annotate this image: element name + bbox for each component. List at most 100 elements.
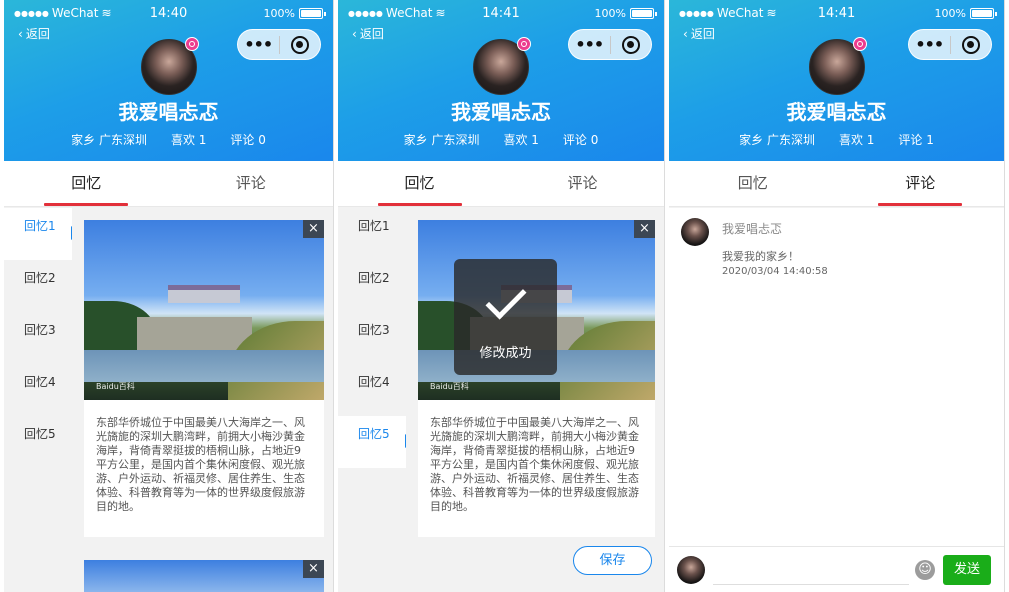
success-toast: 修改成功 xyxy=(454,259,557,375)
close-icon[interactable]: × xyxy=(303,560,324,578)
wifi-icon: ≋ xyxy=(766,6,777,20)
emoji-icon[interactable]: ☺ xyxy=(915,560,935,580)
photo-watermark: Baidu百科 xyxy=(96,382,135,391)
battery-percent: 100% xyxy=(263,6,295,20)
likes-stat[interactable]: 喜欢 1 xyxy=(503,131,538,148)
tab-memories[interactable]: 回忆 xyxy=(338,161,501,206)
sidebar-item-memory2[interactable]: 回忆2 xyxy=(338,260,406,312)
memory-photo[interactable]: Baidu百科 xyxy=(84,220,324,400)
signal-icon: ●●●●● xyxy=(679,8,714,18)
carrier-label: WeChat xyxy=(385,6,433,20)
tab-bar: 回忆 评论 xyxy=(669,161,1004,207)
sidebar-item-memory3[interactable]: 回忆3 xyxy=(4,312,72,364)
status-bar: ●●●●● WeChat ≋ 14:41 100% xyxy=(679,5,997,21)
comments-stat[interactable]: 评论 0 xyxy=(563,131,598,148)
battery-percent: 100% xyxy=(594,6,626,20)
badge-icon xyxy=(852,37,867,51)
mini-program-capsule: ••• xyxy=(568,29,652,60)
screen-memories-saved: ●●●●● WeChat ≋ 14:41 100% ‹ 返回 ••• 我爱唱忐忑 家乡… xyxy=(338,0,665,592)
chevron-left-icon: ‹ xyxy=(352,26,357,41)
mini-program-capsule: ••• xyxy=(908,29,992,60)
memory-card-next: × xyxy=(84,560,324,592)
close-program-icon[interactable] xyxy=(279,35,320,54)
back-label: 返回 xyxy=(359,27,384,41)
photo-watermark: Baidu百科 xyxy=(430,382,469,391)
sidebar-item-memory3[interactable]: 回忆3 xyxy=(338,312,406,364)
save-button[interactable]: 保存 xyxy=(573,546,652,575)
username: 我爱唱忐忑 xyxy=(786,100,887,124)
close-icon[interactable]: × xyxy=(303,220,324,238)
memory-card: Baidu百科 × 东部华侨城位于中国最美八大海岸之一、风光旖旎的深圳大鹏湾畔，… xyxy=(418,220,655,537)
close-program-icon[interactable] xyxy=(950,35,991,54)
battery-icon xyxy=(299,7,326,19)
battery-percent: 100% xyxy=(934,6,966,20)
tab-comments[interactable]: 评论 xyxy=(501,161,664,206)
tab-memories[interactable]: 回忆 xyxy=(4,161,169,206)
tab-comments[interactable]: 评论 xyxy=(837,161,1005,206)
more-icon[interactable]: ••• xyxy=(238,35,279,54)
comment-input[interactable] xyxy=(713,555,909,585)
hometown-stat: 家乡 广东深圳 xyxy=(739,133,815,147)
tab-bar: 回忆 评论 xyxy=(338,161,664,207)
sidebar-item-memory4[interactable]: 回忆4 xyxy=(338,364,406,416)
checkmark-icon xyxy=(484,278,527,320)
comment-avatar[interactable] xyxy=(681,218,709,246)
back-label: 返回 xyxy=(25,27,50,41)
status-bar: ●●●●● WeChat ≋ 14:41 100% xyxy=(348,5,657,21)
hometown-stat: 家乡 广东深圳 xyxy=(71,133,147,147)
likes-stat[interactable]: 喜欢 1 xyxy=(839,131,874,148)
comments-stat[interactable]: 评论 0 xyxy=(230,131,265,148)
tab-memories[interactable]: 回忆 xyxy=(669,161,837,206)
badge-icon xyxy=(184,37,199,51)
user-avatar xyxy=(677,556,705,584)
screen-comments: ●●●●● WeChat ≋ 14:41 100% ‹ 返回 ••• 我爱唱忐忑 家乡… xyxy=(669,0,1005,592)
memory-description: 东部华侨城位于中国最美八大海岸之一、风光旖旎的深圳大鹏湾畔，前拥大小梅沙黄金海岸… xyxy=(96,416,305,513)
profile-header: ●●●●● WeChat ≋ 14:40 100% ‹ 返回 ••• 我爱唱忐忑 家乡… xyxy=(4,0,333,161)
back-button[interactable]: ‹ 返回 xyxy=(18,25,50,42)
sidebar-item-memory5[interactable]: 回忆5 xyxy=(4,416,72,468)
comment-text: 我爱我的家乡！ xyxy=(722,250,799,263)
more-icon[interactable]: ••• xyxy=(569,35,610,54)
memory-description: 东部华侨城位于中国最美八大海岸之一、风光旖旎的深圳大鹏湾畔，前拥大小梅沙黄金海岸… xyxy=(430,416,639,513)
battery-icon xyxy=(970,7,997,19)
likes-stat[interactable]: 喜欢 1 xyxy=(171,131,206,148)
memory-card: Baidu百科 × 东部华侨城位于中国最美八大海岸之一、风光旖旎的深圳大鹏湾畔，… xyxy=(84,220,324,537)
mini-program-capsule: ••• xyxy=(237,29,321,60)
carrier-label: WeChat xyxy=(716,6,764,20)
comment-author: 我爱唱忐忑 xyxy=(722,222,783,236)
signal-icon: ●●●●● xyxy=(348,8,383,18)
badge-icon xyxy=(517,37,531,51)
sidebar-item-memory2[interactable]: 回忆2 xyxy=(4,260,72,312)
toast-message: 修改成功 xyxy=(479,346,532,361)
tab-comments[interactable]: 评论 xyxy=(169,161,334,206)
close-program-icon[interactable] xyxy=(610,35,651,54)
memory-content: Baidu百科 × 东部华侨城位于中国最美八大海岸之一、风光旖旎的深圳大鹏湾畔，… xyxy=(406,208,664,592)
wifi-icon: ≋ xyxy=(101,6,112,20)
send-button[interactable]: 发送 xyxy=(943,555,991,585)
signal-icon: ●●●●● xyxy=(14,8,49,18)
status-bar: ●●●●● WeChat ≋ 14:40 100% xyxy=(14,5,326,21)
chevron-left-icon: ‹ xyxy=(18,26,23,41)
clock: 14:40 xyxy=(149,5,188,21)
sidebar-item-memory4[interactable]: 回忆4 xyxy=(4,364,72,416)
sidebar-item-memory5[interactable]: 回忆5 xyxy=(338,416,408,468)
more-icon[interactable]: ••• xyxy=(909,35,950,54)
close-icon[interactable]: × xyxy=(634,220,655,238)
comments-stat[interactable]: 评论 1 xyxy=(898,131,933,148)
profile-header: ●●●●● WeChat ≋ 14:41 100% ‹ 返回 ••• 我爱唱忐忑 家乡… xyxy=(338,0,664,161)
hometown-stat: 家乡 广东深圳 xyxy=(403,133,480,147)
back-button[interactable]: ‹ 返回 xyxy=(683,25,715,42)
comment-input-bar: ☺ 发送 xyxy=(669,546,1004,592)
chevron-left-icon: ‹ xyxy=(683,26,688,41)
memory-sidebar: 回忆1 回忆2 回忆3 回忆4 回忆5 xyxy=(338,208,408,592)
comment-list: 我爱唱忐忑 我爱我的家乡！ 2020/03/04 14:40:58 xyxy=(669,208,1004,546)
back-button[interactable]: ‹ 返回 xyxy=(352,25,384,42)
profile-stats: 家乡 广东深圳 喜欢 1 评论 0 xyxy=(338,131,664,148)
profile-stats: 家乡 广东深圳 喜欢 1 评论 1 xyxy=(669,131,1004,148)
profile-stats: 家乡 广东深圳 喜欢 1 评论 0 xyxy=(4,131,333,148)
screen-memories: ●●●●● WeChat ≋ 14:40 100% ‹ 返回 ••• 我爱唱忐忑 家乡… xyxy=(4,0,334,592)
wifi-icon: ≋ xyxy=(435,6,446,20)
back-label: 返回 xyxy=(690,27,715,41)
sidebar-item-memory1[interactable]: 回忆1 xyxy=(4,208,74,260)
sidebar-item-memory1[interactable]: 回忆1 xyxy=(338,208,406,260)
